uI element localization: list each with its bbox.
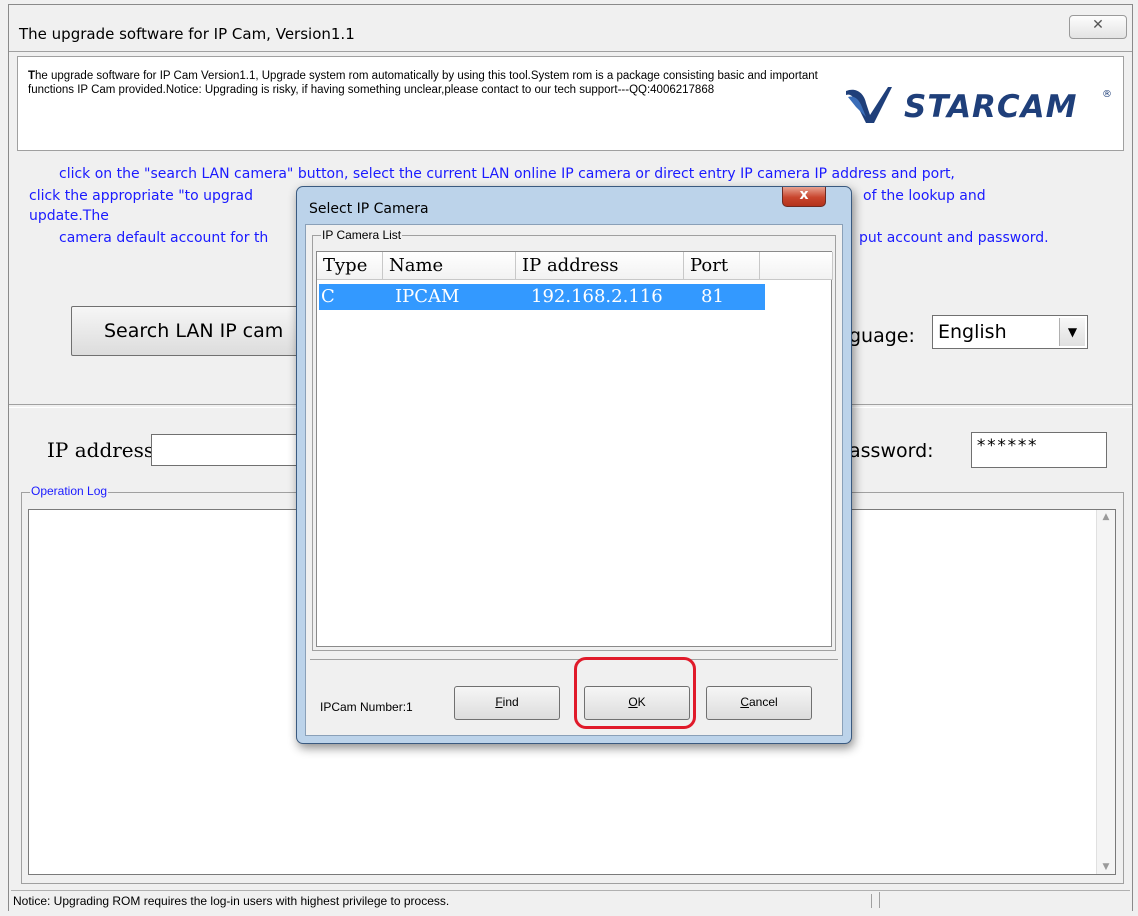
starcam-logo-icon: STARCAM ® xyxy=(846,87,1112,125)
instruction-line-2-start: click the appropriate "to upgrad xyxy=(29,188,253,204)
dialog-close-button[interactable]: x xyxy=(782,187,826,207)
scroll-down-icon[interactable]: ▼ xyxy=(1097,862,1115,872)
camera-count: IPCam Number:1 xyxy=(320,700,413,714)
dialog-body: IP Camera List Type Name IP address Port… xyxy=(305,224,843,736)
window-title: The upgrade software for IP Cam, Version… xyxy=(19,25,355,43)
find-label: ind xyxy=(502,695,519,709)
ok-highlight-ring xyxy=(574,657,696,729)
instruction-line-3: camera default account for th put account… xyxy=(59,228,1049,248)
cancel-label: ancel xyxy=(748,695,778,709)
language-label: guage: xyxy=(849,325,915,347)
camera-list[interactable]: Type Name IP address Port C IPCAM 192.16… xyxy=(316,251,833,647)
row-name: IPCAM xyxy=(395,286,460,307)
column-header-filler xyxy=(760,252,833,280)
instruction-line-1: click on the "search LAN camera" button,… xyxy=(59,166,955,182)
password-label: assword: xyxy=(849,440,934,462)
status-panel-2 xyxy=(879,892,1130,908)
chevron-down-icon[interactable]: ▼ xyxy=(1059,318,1085,346)
list-item[interactable]: C IPCAM 192.168.2.116 81 xyxy=(319,284,765,310)
instruction-line-2: click the appropriate "to upgrad of the l… xyxy=(29,186,986,206)
cancel-accesskey: C xyxy=(740,695,749,709)
instruction-line-3-end: put account and password. xyxy=(859,230,1049,246)
cancel-button[interactable]: Cancel xyxy=(706,686,812,720)
log-scrollbar[interactable]: ▲ ▼ xyxy=(1096,510,1115,874)
description-lead: T xyxy=(28,70,36,82)
instruction-line-2b: update.The xyxy=(29,208,109,224)
camera-list-group: IP Camera List Type Name IP address Port… xyxy=(312,228,836,651)
list-header: Type Name IP address Port xyxy=(317,252,833,280)
close-icon: x xyxy=(799,187,809,203)
logo-registered-mark: ® xyxy=(1102,89,1112,100)
column-header-ip[interactable]: IP address xyxy=(516,252,684,280)
language-value: English xyxy=(938,321,1007,343)
instruction-line-2-end: of the lookup and xyxy=(863,188,986,204)
find-button[interactable]: Find xyxy=(454,686,560,720)
operation-log-legend: Operation Log xyxy=(30,484,109,498)
column-header-type[interactable]: Type xyxy=(317,252,383,280)
language-select[interactable]: English ▼ xyxy=(932,315,1088,349)
close-icon: ✕ xyxy=(1092,17,1104,33)
header-panel: The upgrade software for IP Cam Version1… xyxy=(17,56,1124,151)
password-input[interactable]: ****** xyxy=(971,432,1107,468)
column-header-name[interactable]: Name xyxy=(383,252,516,280)
header-description: The upgrade software for IP Cam Version1… xyxy=(28,69,818,97)
search-button-label: Search LAN IP cam xyxy=(104,320,284,342)
dialog-title: Select IP Camera xyxy=(309,201,429,217)
description-text: he upgrade software for IP Cam Version1.… xyxy=(28,70,818,96)
find-accesskey: F xyxy=(495,695,503,709)
ip-address-label: IP address xyxy=(47,438,155,462)
row-port: 81 xyxy=(701,286,724,307)
status-bar: Notice: Upgrading ROM requires the log-i… xyxy=(11,890,1130,909)
scroll-up-icon[interactable]: ▲ xyxy=(1097,512,1115,522)
row-type: C xyxy=(321,286,335,307)
row-ip: 192.168.2.116 xyxy=(531,286,663,307)
instruction-line-3-start: camera default account for th xyxy=(59,230,269,246)
select-ip-camera-dialog: Select IP Camera x IP Camera List Type N… xyxy=(296,186,852,744)
status-text: Notice: Upgrading ROM requires the log-i… xyxy=(11,894,872,908)
column-header-port[interactable]: Port xyxy=(684,252,760,280)
logo-wordmark: STARCAM xyxy=(904,89,1078,125)
starcam-logo: STARCAM ® xyxy=(844,83,1114,127)
window-close-button[interactable]: ✕ xyxy=(1069,15,1127,39)
camera-list-legend: IP Camera List xyxy=(321,228,403,242)
